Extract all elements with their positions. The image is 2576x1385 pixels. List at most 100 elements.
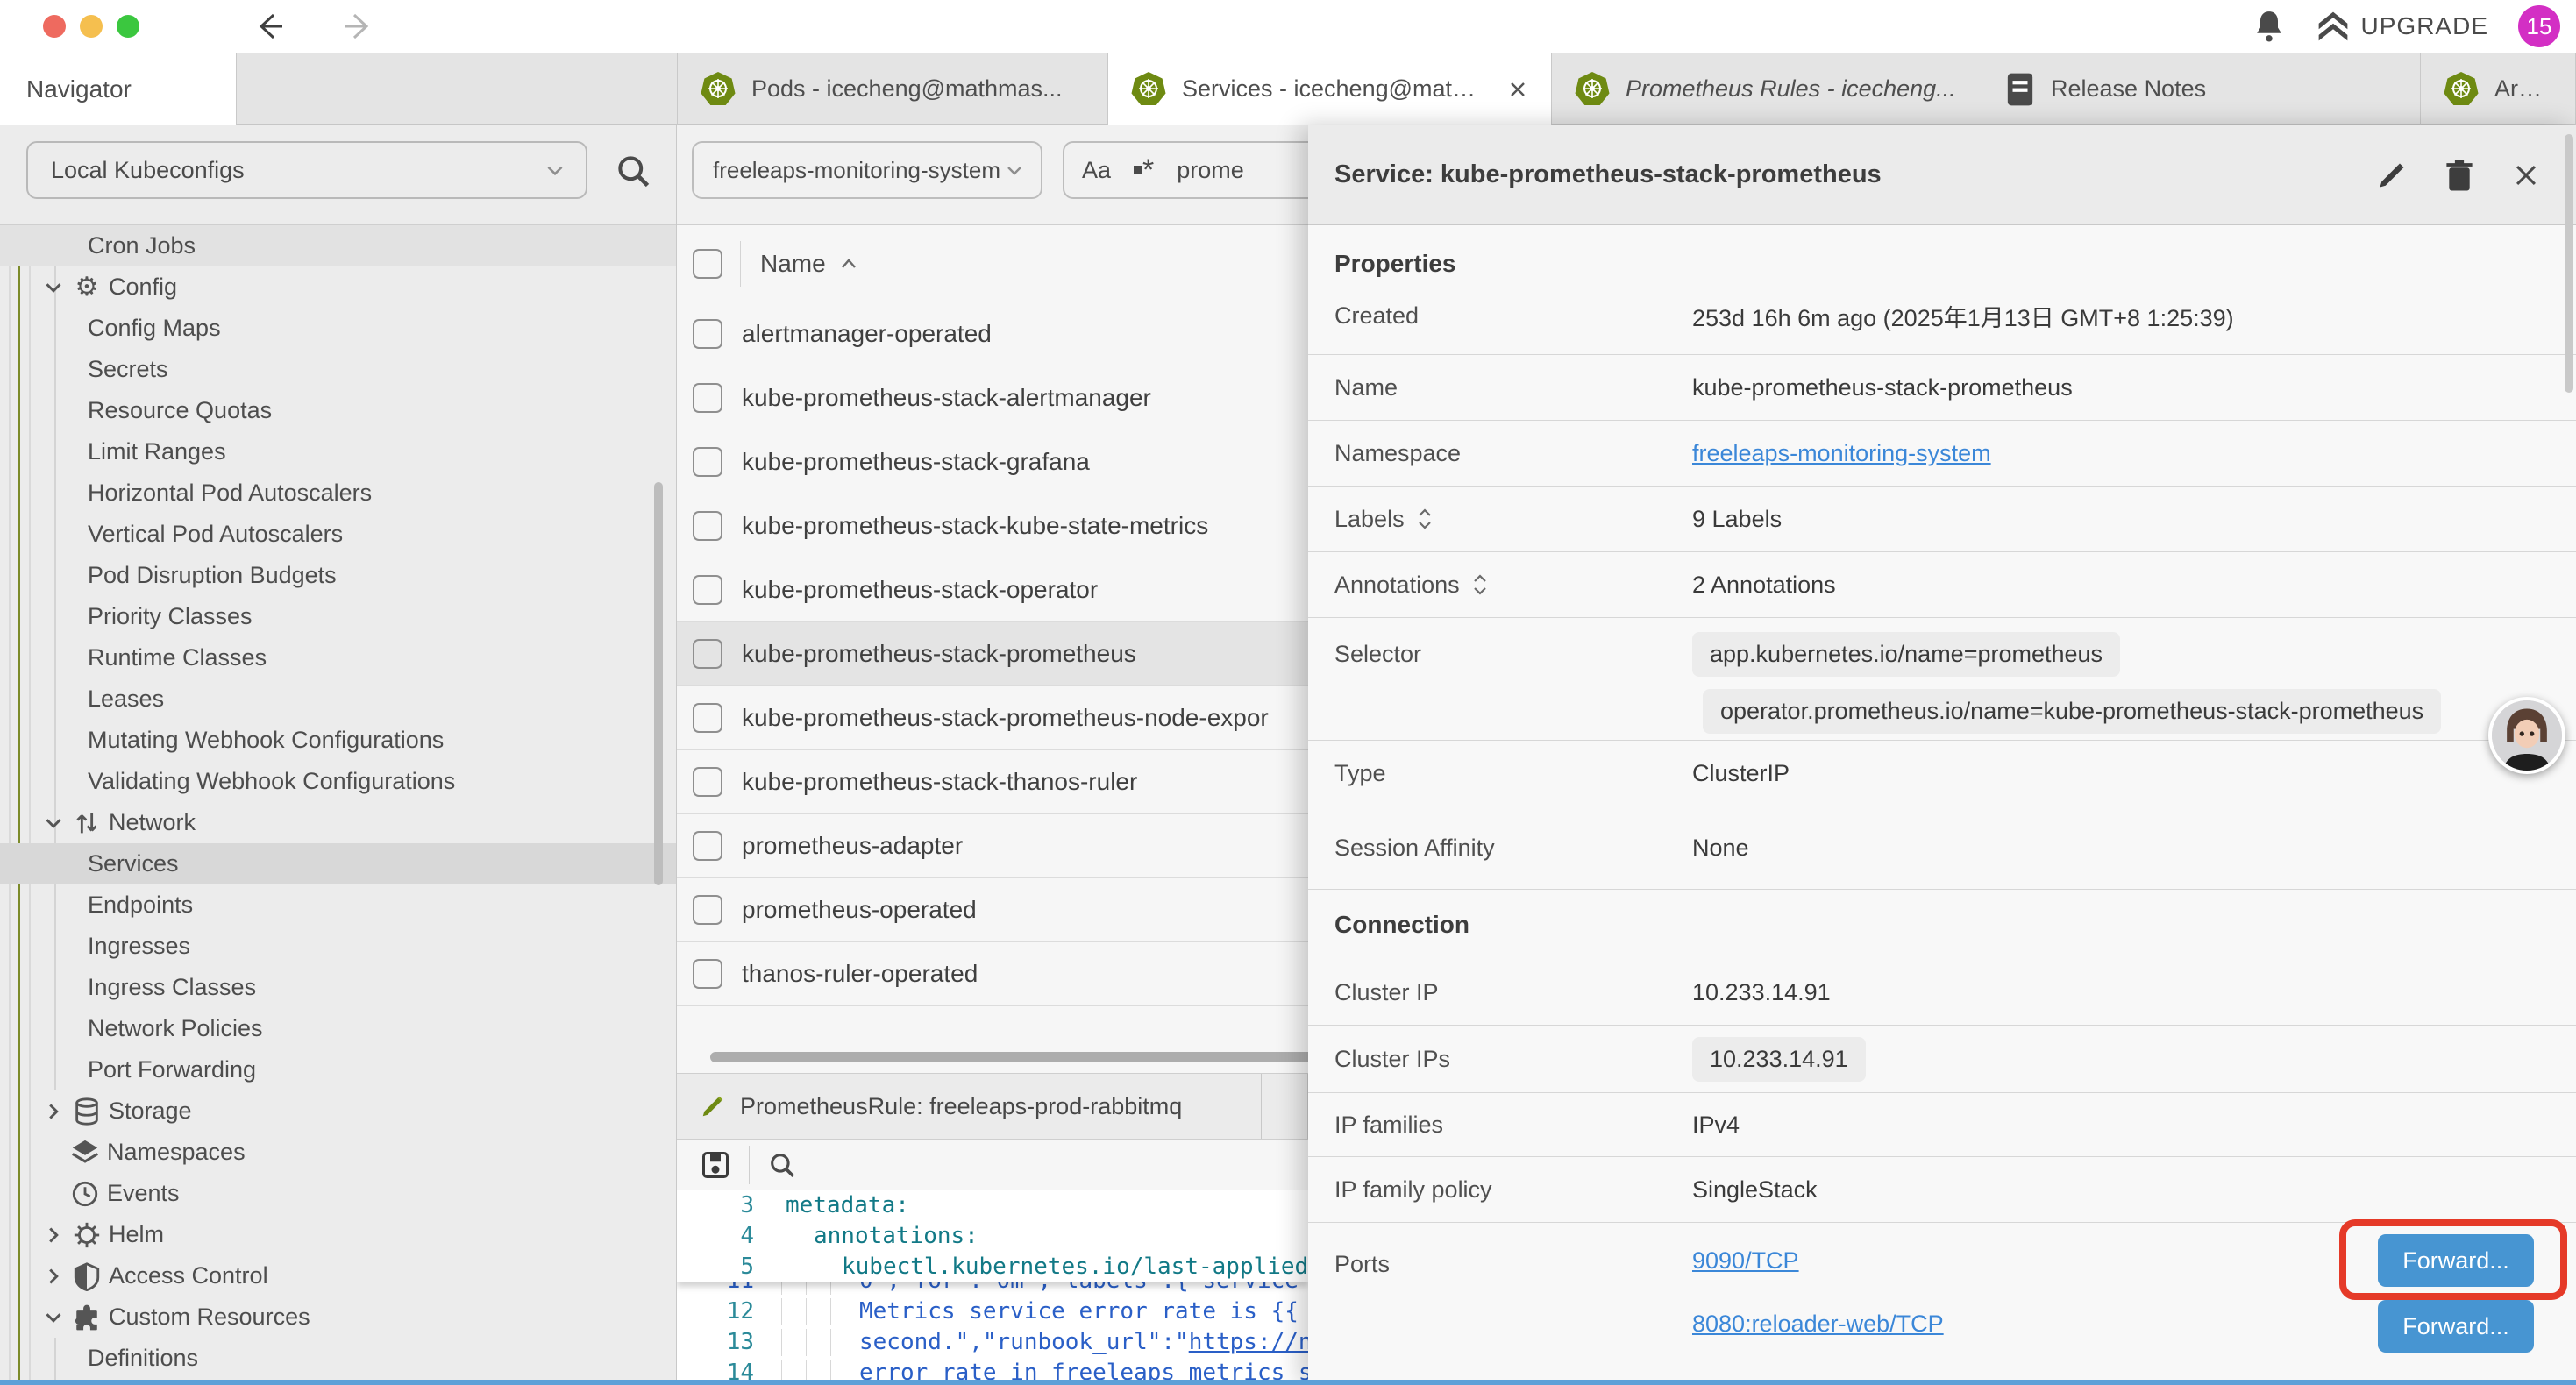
sidebar-item-leases[interactable]: Leases (0, 678, 676, 720)
expand-updown-icon[interactable] (1415, 506, 1434, 532)
port-link-9090[interactable]: 9090/TCP (1692, 1247, 1799, 1275)
service-row[interactable]: kube-prometheus-stack-operator (677, 558, 1308, 622)
window-minimize-button[interactable] (80, 15, 103, 38)
row-checkbox[interactable] (693, 511, 722, 541)
name-column-header[interactable]: Name (760, 250, 826, 278)
sidebar-item-mutating-webhook-configurations[interactable]: Mutating Webhook Configurations (0, 720, 676, 761)
kubeconfig-selector[interactable]: Local Kubeconfigs (26, 141, 587, 199)
case-sensitive-toggle[interactable]: Aa (1082, 157, 1111, 184)
tab-argo[interactable]: Argo Se (2421, 53, 2576, 125)
service-row[interactable]: kube-prometheus-stack-grafana (677, 430, 1308, 494)
window-zoom-button[interactable] (117, 15, 139, 38)
resource-tree: Cron Jobs ⚙ Config Config Maps Secrets R… (0, 225, 676, 1385)
regex-toggle[interactable]: * (1134, 161, 1154, 179)
port-link-8080[interactable]: 8080:reloader-web/TCP (1692, 1310, 1944, 1338)
namespace-selector[interactable]: freeleaps-monitoring-system (692, 141, 1042, 199)
row-checkbox[interactable] (693, 383, 722, 413)
editor-tab-prometheusrule[interactable]: PrometheusRule: freeleaps-prod-rabbitmq (677, 1074, 1262, 1139)
trash-icon[interactable] (2444, 159, 2474, 192)
row-checkbox[interactable] (693, 639, 722, 669)
bell-icon[interactable] (2252, 9, 2286, 44)
sidebar-item-port-forwarding[interactable]: Port Forwarding (0, 1049, 676, 1090)
code-url-link[interactable]: https://net (1189, 1329, 1308, 1355)
forward-button-8080[interactable]: Forward... (2378, 1300, 2534, 1353)
save-icon[interactable] (700, 1149, 731, 1181)
tab-pods[interactable]: Pods - icecheng@mathmas... (678, 53, 1108, 125)
sidebar-item-ingress-classes[interactable]: Ingress Classes (0, 967, 676, 1008)
forward-arrow-icon[interactable] (344, 11, 375, 42)
sidebar-item-priority-classes[interactable]: Priority Classes (0, 596, 676, 637)
service-row[interactable]: kube-prometheus-stack-kube-state-metrics (677, 494, 1308, 558)
sidebar-item-limit-ranges[interactable]: Limit Ranges (0, 431, 676, 472)
sidebar-item-runtime-classes[interactable]: Runtime Classes (0, 637, 676, 678)
list-search-input[interactable]: Aa * prome (1063, 141, 1343, 199)
row-checkbox[interactable] (693, 447, 722, 477)
yaml-editor[interactable]: 3metadata: 4annotations: 5kubectl.kubern… (677, 1190, 1308, 1385)
close-tab-icon[interactable] (1507, 79, 1528, 100)
editor-search-icon[interactable] (767, 1150, 797, 1180)
service-row-selected[interactable]: kube-prometheus-stack-prometheus (677, 622, 1308, 686)
sidebar-item-network-policies[interactable]: Network Policies (0, 1008, 676, 1049)
sidebar-item-endpoints[interactable]: Endpoints (0, 884, 676, 926)
service-row[interactable]: kube-prometheus-stack-prometheus-node-ex… (677, 686, 1308, 750)
horizontal-scrollbar[interactable] (710, 1052, 1315, 1062)
sidebar-group-access-control[interactable]: Access Control (0, 1255, 676, 1296)
sidebar-group-helm[interactable]: Helm (0, 1214, 676, 1255)
editor-tab-partial[interactable] (1262, 1074, 1308, 1139)
gears-icon: ⚙ (72, 273, 102, 302)
notification-badge[interactable]: 15 (2518, 5, 2560, 47)
sidebar-item-ingresses[interactable]: Ingresses (0, 926, 676, 967)
close-drawer-icon[interactable] (2511, 160, 2541, 190)
sort-ascending-icon[interactable] (838, 255, 859, 273)
expand-updown-icon[interactable] (1470, 572, 1490, 598)
row-checkbox[interactable] (693, 959, 722, 989)
ip-family-policy-row: IP family policy SingleStack (1308, 1157, 2576, 1223)
back-arrow-icon[interactable] (253, 11, 284, 42)
sidebar-item-validating-webhook-configurations[interactable]: Validating Webhook Configurations (0, 761, 676, 802)
sidebar-group-custom-resources[interactable]: Custom Resources (0, 1296, 676, 1338)
labels-value[interactable]: 9 Labels (1692, 506, 1782, 533)
upgrade-button[interactable]: UPGRADE (2316, 11, 2488, 42)
drawer-scrollbar[interactable] (2565, 134, 2573, 393)
sidebar-item-definitions[interactable]: Definitions (0, 1338, 676, 1379)
sidebar-item-secrets[interactable]: Secrets (0, 349, 676, 390)
tab-release-notes[interactable]: Release Notes (1982, 53, 2421, 125)
sidebar-group-network[interactable]: Network (0, 802, 676, 843)
search-icon[interactable] (614, 152, 652, 190)
service-row[interactable]: alertmanager-operated (677, 302, 1308, 366)
service-row[interactable]: thanos-ruler-operated (677, 942, 1308, 1006)
annotations-value[interactable]: 2 Annotations (1692, 572, 1836, 599)
service-row[interactable]: kube-prometheus-stack-thanos-ruler (677, 750, 1308, 814)
sidebar-item-events[interactable]: Events (0, 1173, 676, 1214)
row-checkbox[interactable] (693, 831, 722, 861)
tab-services[interactable]: Services - icecheng@math... (1108, 53, 1552, 125)
sidebar-item-resource-quotas[interactable]: Resource Quotas (0, 390, 676, 431)
row-checkbox[interactable] (693, 319, 722, 349)
namespace-link[interactable]: freeleaps-monitoring-system (1692, 440, 1991, 467)
service-row[interactable]: kube-prometheus-stack-alertmanager (677, 366, 1308, 430)
service-row[interactable]: prometheus-operated (677, 878, 1308, 942)
row-checkbox[interactable] (693, 575, 722, 605)
sidebar-item-namespaces[interactable]: Namespaces (0, 1132, 676, 1173)
row-checkbox[interactable] (693, 767, 722, 797)
sidebar-item-vertical-pod-autoscalers[interactable]: Vertical Pod Autoscalers (0, 514, 676, 555)
edit-pencil-icon[interactable] (2376, 160, 2408, 191)
row-checkbox[interactable] (693, 895, 722, 925)
sidebar-item-services[interactable]: Services (0, 843, 676, 884)
select-all-checkbox[interactable] (693, 249, 722, 279)
sidebar-group-storage[interactable]: Storage (0, 1090, 676, 1132)
tab-navigator[interactable]: Navigator (0, 53, 237, 125)
user-avatar[interactable] (2488, 697, 2565, 774)
sidebar-group-config[interactable]: ⚙ Config (0, 266, 676, 308)
sidebar-item-horizontal-pod-autoscalers[interactable]: Horizontal Pod Autoscalers (0, 472, 676, 514)
row-checkbox[interactable] (693, 703, 722, 733)
sidebar-scrollbar[interactable] (654, 482, 663, 885)
sidebar-item-cron-jobs[interactable]: Cron Jobs (0, 225, 676, 266)
cluster-ip-row: Cluster IP 10.233.14.91 (1308, 960, 2576, 1026)
sidebar-item-config-maps[interactable]: Config Maps (0, 308, 676, 349)
properties-section-header: Properties (1308, 225, 2576, 278)
service-row[interactable]: prometheus-adapter (677, 814, 1308, 878)
window-close-button[interactable] (43, 15, 66, 38)
tab-prometheus-rules[interactable]: Prometheus Rules - icecheng... (1552, 53, 1982, 125)
sidebar-item-pod-disruption-budgets[interactable]: Pod Disruption Budgets (0, 555, 676, 596)
